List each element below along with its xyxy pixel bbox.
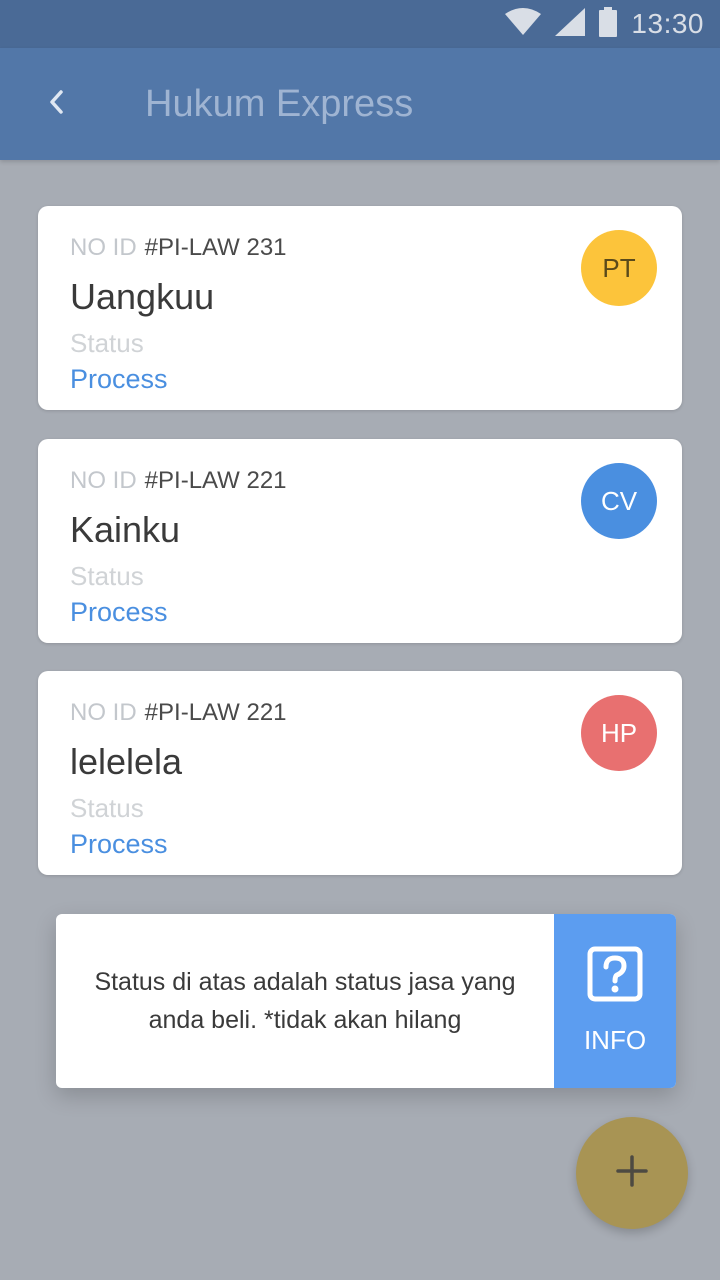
id-value: #PI-LAW 231 xyxy=(144,234,287,261)
avatar-text: PT xyxy=(602,252,636,283)
chevron-left-icon xyxy=(46,88,66,121)
avatar-text: CV xyxy=(600,485,638,516)
battery-icon xyxy=(599,6,618,42)
back-button[interactable] xyxy=(36,84,76,124)
question-box-icon xyxy=(587,946,643,1007)
id-value: #PI-LAW 221 xyxy=(144,467,287,494)
wifi-icon xyxy=(505,7,542,41)
service-name: Uangkuu xyxy=(70,276,215,317)
status-icons: 13:30 xyxy=(505,0,704,48)
signal-icon xyxy=(555,7,586,41)
service-card-2[interactable]: NO ID #PI-LAW 221 Kainku Status Process C… xyxy=(38,439,682,643)
service-name: Kainku xyxy=(70,509,181,550)
info-button[interactable]: INFO xyxy=(554,914,676,1088)
status-value: Process xyxy=(70,597,168,627)
add-button[interactable] xyxy=(576,1117,688,1229)
avatar-text: HP xyxy=(600,717,638,748)
status-value: Process xyxy=(70,829,168,859)
service-card-3[interactable]: NO ID #PI-LAW 221 lelelela Status Process… xyxy=(38,671,682,875)
page-title: Hukum Express xyxy=(145,83,414,125)
id-label: NO ID xyxy=(70,467,137,494)
id-line: NO ID #PI-LAW 231 xyxy=(70,234,287,262)
info-button-label: INFO xyxy=(583,1025,647,1055)
avatar: PT xyxy=(581,230,657,306)
id-label: NO ID xyxy=(70,699,137,726)
avatar: CV xyxy=(581,463,657,539)
avatar: HP xyxy=(581,695,657,771)
status-value: Process xyxy=(70,364,168,394)
service-card-1[interactable]: NO ID #PI-LAW 231 Uangkuu Status Process … xyxy=(38,206,682,410)
status-label: Status xyxy=(70,328,144,358)
info-message: Status di atas adalah status jasa yang a… xyxy=(94,968,516,1034)
status-label: Status xyxy=(70,561,144,591)
id-line: NO ID #PI-LAW 221 xyxy=(70,467,287,495)
app-bar: Hukum Express xyxy=(0,48,720,160)
status-label: Status xyxy=(70,793,144,823)
id-line: NO ID #PI-LAW 221 xyxy=(70,699,287,727)
id-value: #PI-LAW 221 xyxy=(144,699,287,726)
plus-icon xyxy=(615,1154,649,1193)
clock: 13:30 xyxy=(631,8,704,39)
info-box: Status di atas adalah status jasa yang a… xyxy=(56,914,676,1088)
service-name: lelelela xyxy=(70,741,183,782)
status-bar: 13:30 xyxy=(0,0,720,48)
id-label: NO ID xyxy=(70,234,137,261)
